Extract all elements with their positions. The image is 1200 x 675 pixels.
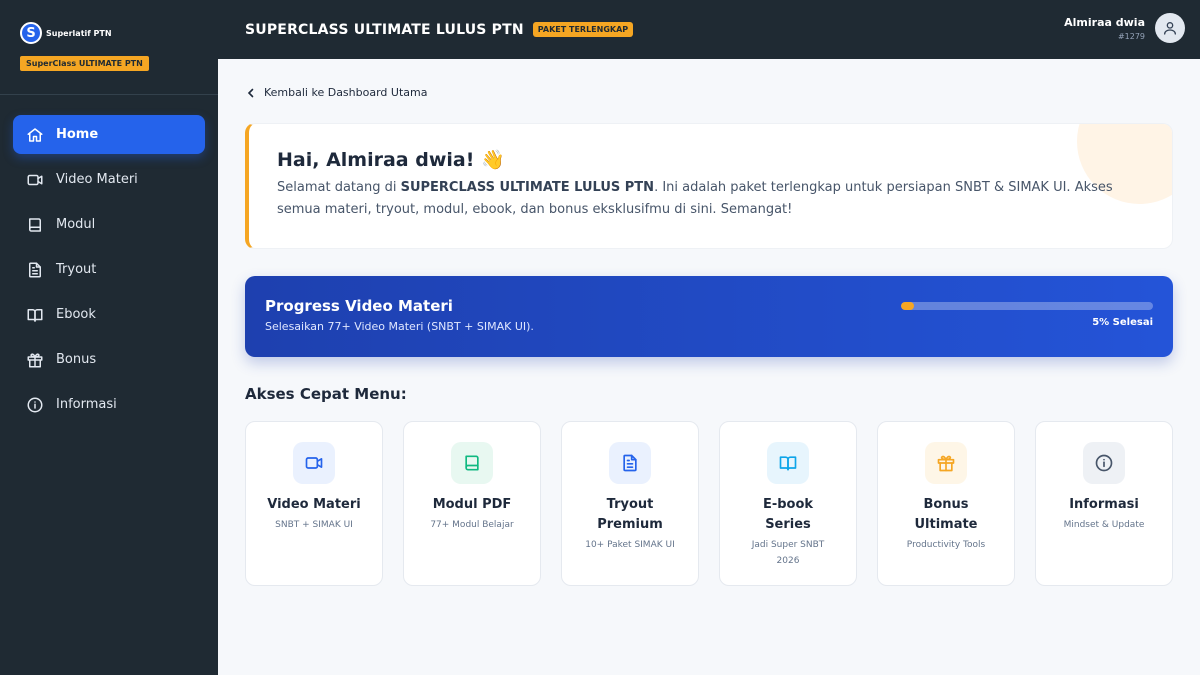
progress-bar <box>901 302 1153 310</box>
open-book-icon <box>27 308 43 322</box>
file-text-icon <box>623 454 637 472</box>
sidebar-item-label: Informasi <box>56 397 117 412</box>
welcome-greeting: Hai, Almiraa dwia! 👋 <box>277 149 505 171</box>
card-subtitle: SNBT + SIMAK UI <box>275 520 353 530</box>
card-icon-box <box>451 442 493 484</box>
card-title: Modul PDF <box>432 497 512 512</box>
chevron-left-icon <box>247 88 254 97</box>
info-icon <box>27 397 43 412</box>
home-icon <box>27 127 43 142</box>
user-menu[interactable]: Almiraa dwia #1279 <box>1064 13 1185 43</box>
progress-percent: 5% Selesai <box>1092 317 1153 328</box>
sidebar-item-modul[interactable]: Modul <box>13 205 205 244</box>
video-icon <box>305 457 323 469</box>
quick-card-modul-pdf[interactable]: Modul PDF 77+ Modul Belajar <box>403 421 541 586</box>
quick-card-video-materi[interactable]: Video Materi SNBT + SIMAK UI <box>245 421 383 586</box>
file-text-icon <box>29 262 41 277</box>
welcome-card: Hai, Almiraa dwia! 👋 Selamat datang di S… <box>245 123 1173 249</box>
sidebar-item-video-materi[interactable]: Video Materi <box>13 160 205 199</box>
welcome-text: Selamat datang di SUPERCLASS ULTIMATE LU… <box>277 177 1157 221</box>
user-icon <box>1164 22 1176 35</box>
info-icon <box>1095 454 1113 472</box>
card-icon-box <box>609 442 651 484</box>
book-icon <box>465 455 479 471</box>
quick-card-bonus-ultimate[interactable]: Bonus Ultimate Productivity Tools <box>877 421 1015 586</box>
sidebar-item-label: Video Materi <box>56 172 138 187</box>
card-title: E-book Series <box>762 497 814 532</box>
main-content: Kembali ke Dashboard Utama Hai, Almiraa … <box>218 59 1200 675</box>
sidebar-item-bonus[interactable]: Bonus <box>13 340 205 379</box>
user-name: Almiraa dwia <box>1064 15 1145 29</box>
sidebar-item-tryout[interactable]: Tryout <box>13 250 205 289</box>
card-title: Tryout Premium <box>597 497 663 532</box>
plan-badge: SuperClass ULTIMATE PTN <box>20 56 149 71</box>
quick-card-informasi[interactable]: Informasi Mindset & Update <box>1035 421 1173 586</box>
progress-card: Progress Video Materi Selesaikan 77+ Vid… <box>245 276 1173 357</box>
card-title: Informasi <box>1069 497 1139 512</box>
quick-menu-cards: Video Materi SNBT + SIMAK UI Modul PDF 77+ … <box>245 421 1173 586</box>
sidebar-item-home[interactable]: Home <box>13 115 205 154</box>
card-icon-box <box>925 442 967 484</box>
card-subtitle: Mindset & Update <box>1063 520 1145 530</box>
user-id: #1279 <box>1117 31 1145 41</box>
progress-bar-fill <box>901 302 914 310</box>
welcome-text-before: Selamat datang di <box>277 180 401 195</box>
card-subtitle: 10+ Paket SIMAK UI <box>585 540 675 550</box>
user-info: Almiraa dwia #1279 <box>1064 16 1145 41</box>
sidebar: S Superlatif PTN SuperClass ULTIMATE PTN… <box>0 0 218 675</box>
sidebar-item-label: Home <box>56 127 99 142</box>
top-header: SUPERCLASS ULTIMATE LULUS PTN PAKET TERL… <box>218 0 1200 59</box>
sidebar-item-label: Modul <box>56 217 96 232</box>
quick-card-e-book-series[interactable]: E-book Series Jadi Super SNBT 2026 <box>719 421 857 586</box>
sidebar-item-informasi[interactable]: Informasi <box>13 385 205 424</box>
card-icon-box <box>1083 442 1125 484</box>
brand-name: Superlatif PTN <box>46 28 112 38</box>
card-title: Video Materi <box>267 497 361 512</box>
avatar[interactable] <box>1155 13 1185 43</box>
package-badge: PAKET TERLENGKAP <box>532 22 634 37</box>
quick-menu-title: Akses Cepat Menu: <box>245 385 407 403</box>
card-subtitle: Productivity Tools <box>906 540 986 550</box>
card-subtitle: Jadi Super SNBT 2026 <box>751 540 825 566</box>
card-title: Bonus Ultimate <box>914 497 978 532</box>
sidebar-item-label: Tryout <box>56 262 97 277</box>
sidebar-item-label: Ebook <box>56 307 96 322</box>
book-icon <box>29 217 41 232</box>
quick-card-tryout-premium[interactable]: Tryout Premium 10+ Paket SIMAK UI <box>561 421 699 586</box>
card-subtitle: 77+ Modul Belajar <box>430 520 514 530</box>
sidebar-item-ebook[interactable]: Ebook <box>13 295 205 334</box>
back-link-label: Kembali ke Dashboard Utama <box>264 86 428 99</box>
progress-subtitle: Selesaikan 77+ Video Materi (SNBT + SIMA… <box>265 320 534 333</box>
open-book-icon <box>779 456 797 471</box>
welcome-text-bold: SUPERCLASS ULTIMATE LULUS PTN <box>400 180 655 195</box>
card-icon-box <box>293 442 335 484</box>
back-link[interactable]: Kembali ke Dashboard Utama <box>246 86 427 99</box>
sidebar-nav: Home Video Materi Modul Tryout Ebook Bonus Inf… <box>0 95 218 424</box>
page-title: SUPERCLASS ULTIMATE LULUS PTN <box>245 21 524 38</box>
brand-logo: S <box>20 22 42 44</box>
card-icon-box <box>767 442 809 484</box>
gift-icon <box>937 455 955 472</box>
sidebar-item-label: Bonus <box>56 352 97 367</box>
brand: S Superlatif PTN SuperClass ULTIMATE PTN <box>0 0 218 95</box>
gift-icon <box>27 352 43 367</box>
brand-row[interactable]: S Superlatif PTN <box>20 22 218 44</box>
video-icon <box>27 174 43 185</box>
